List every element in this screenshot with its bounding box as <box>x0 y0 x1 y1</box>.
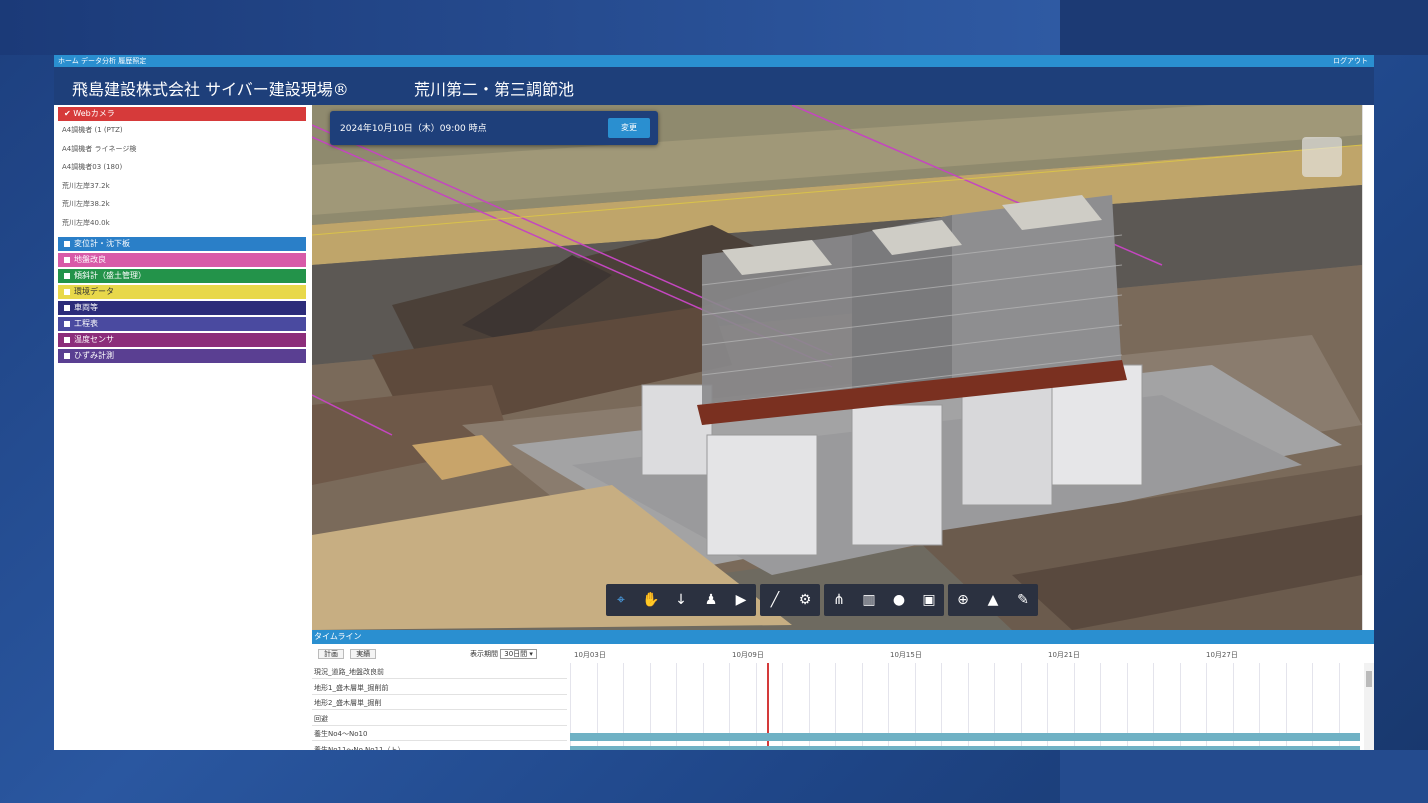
layer-toggle[interactable]: 環境データ <box>58 285 306 299</box>
layer-label: ひずみ計測 <box>74 351 114 360</box>
background-band <box>0 0 1060 55</box>
layer-toggle[interactable]: 工程表 <box>58 317 306 331</box>
layer-label: 温度センサ <box>74 335 114 344</box>
timeline-header: タイムライン <box>312 630 1374 644</box>
site-3d-model <box>312 105 1362 630</box>
toolbar-group: ⌖ ✋ ↓ ♟ ▶ <box>606 584 756 616</box>
person-icon[interactable]: ♟ <box>696 584 726 616</box>
background-panel <box>1060 750 1428 803</box>
layer-toggle[interactable]: ひずみ計測 <box>58 349 306 363</box>
checkbox-icon[interactable] <box>64 352 70 359</box>
timeline-date: 10月15日 <box>890 651 922 659</box>
timeline-date: 10月27日 <box>1206 651 1238 659</box>
webcam-item[interactable]: 荒川左岸37.2k <box>62 180 110 193</box>
pen-icon[interactable]: ╱ <box>760 584 790 616</box>
layer-toggle[interactable]: 変位計・沈下板 <box>58 237 306 251</box>
webcam-item[interactable]: A4調機者03 (180) <box>62 161 122 174</box>
settings-icon[interactable]: ⚙ <box>790 584 820 616</box>
layer-label: 環境データ <box>74 287 114 296</box>
webcam-item[interactable]: A4調機者 (1 (PTZ) <box>62 124 123 137</box>
toolbar-group: ⋔ ▥ ● ▣ <box>824 584 944 616</box>
timeline-date: 10月21日 <box>1048 651 1080 659</box>
down-arrow-icon[interactable]: ↓ <box>666 584 696 616</box>
checkbox-icon[interactable] <box>64 288 70 295</box>
plus-circle-icon[interactable]: ⊕ <box>948 584 978 616</box>
camera-icon[interactable]: ▶ <box>726 584 756 616</box>
layer-label: 傾斜計（盛土管理） <box>74 271 146 280</box>
3d-viewport[interactable]: 2024年10月10日（木）09:00 時点 変更 ⌖ ✋ ↓ ♟ ▶ ╱ ⚙ ⋔ ▥ ● ▣ ⊕ ▲ ✎ <box>312 105 1362 630</box>
hierarchy-icon[interactable]: ⋔ <box>824 584 854 616</box>
layer-toggle[interactable]: 車両等 <box>58 301 306 315</box>
plan-tab[interactable]: 計画 <box>318 649 344 659</box>
toolbar-group: ╱ ⚙ <box>760 584 820 616</box>
timeline-scrollbar[interactable] <box>1364 663 1374 750</box>
site-title: 荒川第二・第三調節池 <box>414 80 575 99</box>
navigation-cube[interactable] <box>1302 137 1342 177</box>
cursor-icon[interactable]: ⌖ <box>606 584 636 616</box>
current-date: 2024年10月10日（木）09:00 時点 <box>340 124 487 134</box>
checkbox-icon[interactable] <box>64 336 70 343</box>
layer-label: 変位計・沈下板 <box>74 239 130 248</box>
layer-toggle[interactable]: 傾斜計（盛土管理） <box>58 269 306 283</box>
layer-toggle[interactable]: 地盤改良 <box>58 253 306 267</box>
timeline-task[interactable]: 回避 <box>312 712 567 726</box>
toolbar-group: ⊕ ▲ ✎ <box>948 584 1038 616</box>
hand-icon[interactable]: ✋ <box>636 584 666 616</box>
layer-sidebar: ✔ Webカメラ A4調機者 (1 (PTZ) A4調機者 ライネージ検 A4調機者… <box>54 105 312 750</box>
checkbox-icon[interactable]: ✔ <box>64 109 73 118</box>
date-panel: 2024年10月10日（木）09:00 時点 変更 <box>330 111 658 145</box>
square-icon[interactable]: ▣ <box>914 584 944 616</box>
change-date-button[interactable]: 変更 <box>608 118 650 138</box>
pencil-icon[interactable]: ✎ <box>1008 584 1038 616</box>
top-nav-bar: ホーム データ分析 履歴照定 ログアウト <box>54 55 1374 67</box>
logout-link[interactable]: ログアウト <box>1333 55 1368 67</box>
webcam-item[interactable]: 荒川左岸40.0k <box>62 217 110 230</box>
checkbox-icon[interactable] <box>64 240 70 247</box>
checkbox-icon[interactable] <box>64 320 70 327</box>
title-bar: 飛島建設株式会社 サイバー建設現場® 荒川第二・第三調節池 <box>54 67 1374 105</box>
timeline-date: 10月03日 <box>574 651 606 659</box>
period-select[interactable]: 30日間 ▾ <box>500 649 537 659</box>
viewer-toolbar: ⌖ ✋ ↓ ♟ ▶ ╱ ⚙ ⋔ ▥ ● ▣ ⊕ ▲ ✎ <box>606 584 1042 616</box>
layer-label: 車両等 <box>74 303 98 312</box>
app-window: ホーム データ分析 履歴照定 ログアウト 飛島建設株式会社 サイバー建設現場® … <box>54 55 1374 750</box>
webcam-layer-header[interactable]: ✔ Webカメラ <box>58 107 306 121</box>
viewport-scrollbar[interactable] <box>1362 105 1374 630</box>
app-title: 飛島建設株式会社 サイバー建設現場® <box>72 80 349 99</box>
checkbox-icon[interactable] <box>64 256 70 263</box>
webcam-item[interactable]: A4調機者 ライネージ検 <box>62 143 136 156</box>
period-label: 表示期間 <box>470 650 498 658</box>
webcam-item[interactable]: 荒川左岸38.2k <box>62 198 110 211</box>
nav-links[interactable]: ホーム データ分析 履歴照定 <box>58 55 146 67</box>
photo-icon[interactable]: ▲ <box>978 584 1008 616</box>
layer-label: 地盤改良 <box>74 255 106 264</box>
timeline-bar[interactable] <box>570 733 1360 741</box>
trash-icon[interactable]: ▥ <box>854 584 884 616</box>
scroll-thumb[interactable] <box>1366 671 1372 687</box>
timeline-task[interactable]: 養生No11～No.No11（ト） <box>312 743 567 751</box>
circle-icon[interactable]: ● <box>884 584 914 616</box>
checkbox-icon[interactable] <box>64 304 70 311</box>
background-panel <box>1060 0 1428 55</box>
timeline-panel: タイムライン 計画 実績 表示期間 30日間 ▾ 10月03日 10月09日 10月… <box>312 630 1374 750</box>
timeline-task[interactable]: 養生No4～No10 <box>312 727 567 741</box>
layer-toggle[interactable]: 温度センサ <box>58 333 306 347</box>
timeline-date: 10月09日 <box>732 651 764 659</box>
actual-tab[interactable]: 実績 <box>350 649 377 659</box>
timeline-task[interactable]: 地形2_盛木層単_掘削 <box>312 696 567 710</box>
timeline-task[interactable]: 地形1_盛木層単_掘削前 <box>312 681 567 695</box>
timeline-bar[interactable] <box>570 746 1360 750</box>
timeline-task[interactable]: 現況_道路_地盤改良前 <box>312 665 567 679</box>
checkbox-icon[interactable] <box>64 272 70 279</box>
layer-label: 工程表 <box>74 319 98 328</box>
